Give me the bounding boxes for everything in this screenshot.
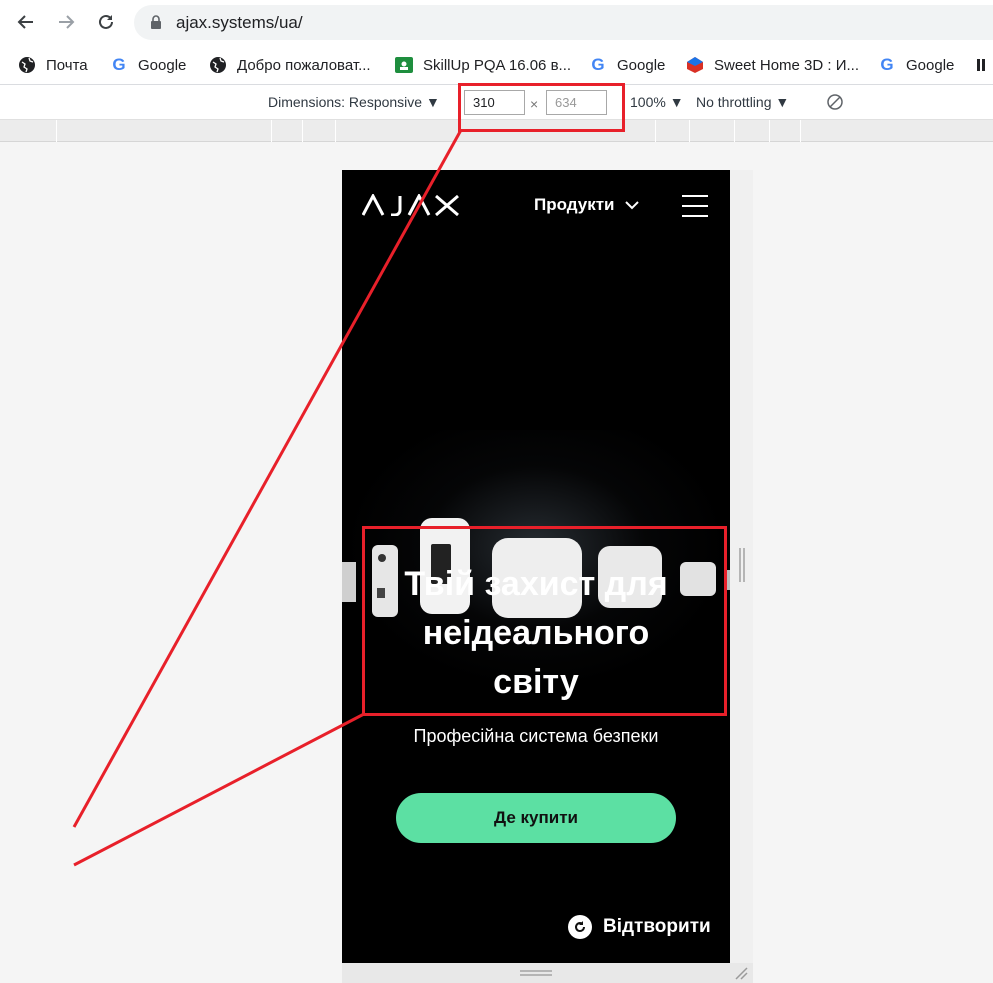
- hamburger-menu-icon[interactable]: [682, 195, 708, 217]
- resize-handle-right[interactable]: [739, 548, 745, 582]
- reload-icon[interactable]: [93, 9, 119, 35]
- bookmark-item[interactable]: Sweet Home 3D : И...: [686, 53, 859, 77]
- ajax-logo[interactable]: [361, 192, 460, 221]
- dimensions-dropdown[interactable]: Dimensions: Responsive ▼: [268, 94, 440, 110]
- lock-icon: [150, 15, 162, 35]
- products-menu[interactable]: Продукти: [534, 195, 639, 215]
- sweethome-icon: [686, 56, 704, 74]
- globe-icon: [209, 56, 227, 74]
- browser-toolbar: ajax.systems/ua/: [0, 0, 993, 45]
- address-bar[interactable]: ajax.systems/ua/: [134, 5, 993, 40]
- bookmark-overflow-icon[interactable]: [975, 53, 993, 77]
- back-arrow-icon[interactable]: [13, 9, 39, 35]
- url-text: ajax.systems/ua/: [176, 13, 303, 32]
- replay-icon: [568, 915, 592, 939]
- dimensions-separator: ×: [530, 96, 539, 112]
- bookmark-item[interactable]: G Google: [589, 53, 665, 77]
- device-toolbar: Dimensions: Responsive ▼ 310 × 634 100% …: [0, 86, 993, 120]
- width-input[interactable]: 310: [464, 90, 525, 115]
- google-icon: G: [880, 55, 894, 74]
- chevron-down-icon: [624, 195, 639, 215]
- throttling-dropdown[interactable]: No throttling ▼: [696, 94, 789, 110]
- where-to-buy-button[interactable]: Де купити: [396, 793, 676, 843]
- hero-title: Твій захист для неідеального світу: [404, 565, 668, 701]
- media-query-ruler: [0, 120, 993, 142]
- bookmarks-bar: Почта G Google Добро пожаловат... SkillU…: [0, 45, 993, 85]
- height-input[interactable]: 634: [546, 90, 607, 115]
- bookmark-item[interactable]: G Google: [878, 53, 954, 77]
- zoom-dropdown[interactable]: 100% ▼: [630, 94, 684, 110]
- play-video-button[interactable]: Відтворити: [568, 915, 711, 939]
- rotate-icon[interactable]: [826, 93, 844, 114]
- google-icon: G: [112, 55, 126, 74]
- mobile-viewport: Продукти Твій захист для неідеального св…: [342, 170, 730, 963]
- globe-icon: [18, 56, 36, 74]
- resize-handle-bottom[interactable]: [520, 970, 552, 976]
- hero-subtitle: Професійна система безпеки: [413, 726, 659, 746]
- google-icon: G: [591, 55, 605, 74]
- forward-arrow-icon[interactable]: [53, 9, 79, 35]
- bookmark-item[interactable]: SkillUp PQA 16.06 в...: [395, 53, 571, 77]
- bookmark-item[interactable]: G Google: [110, 53, 186, 77]
- bookmark-item[interactable]: Почта: [18, 53, 88, 77]
- resize-corner-icon[interactable]: [734, 966, 748, 983]
- classroom-icon: [395, 56, 413, 74]
- bookmark-item[interactable]: Добро пожаловат...: [209, 53, 371, 77]
